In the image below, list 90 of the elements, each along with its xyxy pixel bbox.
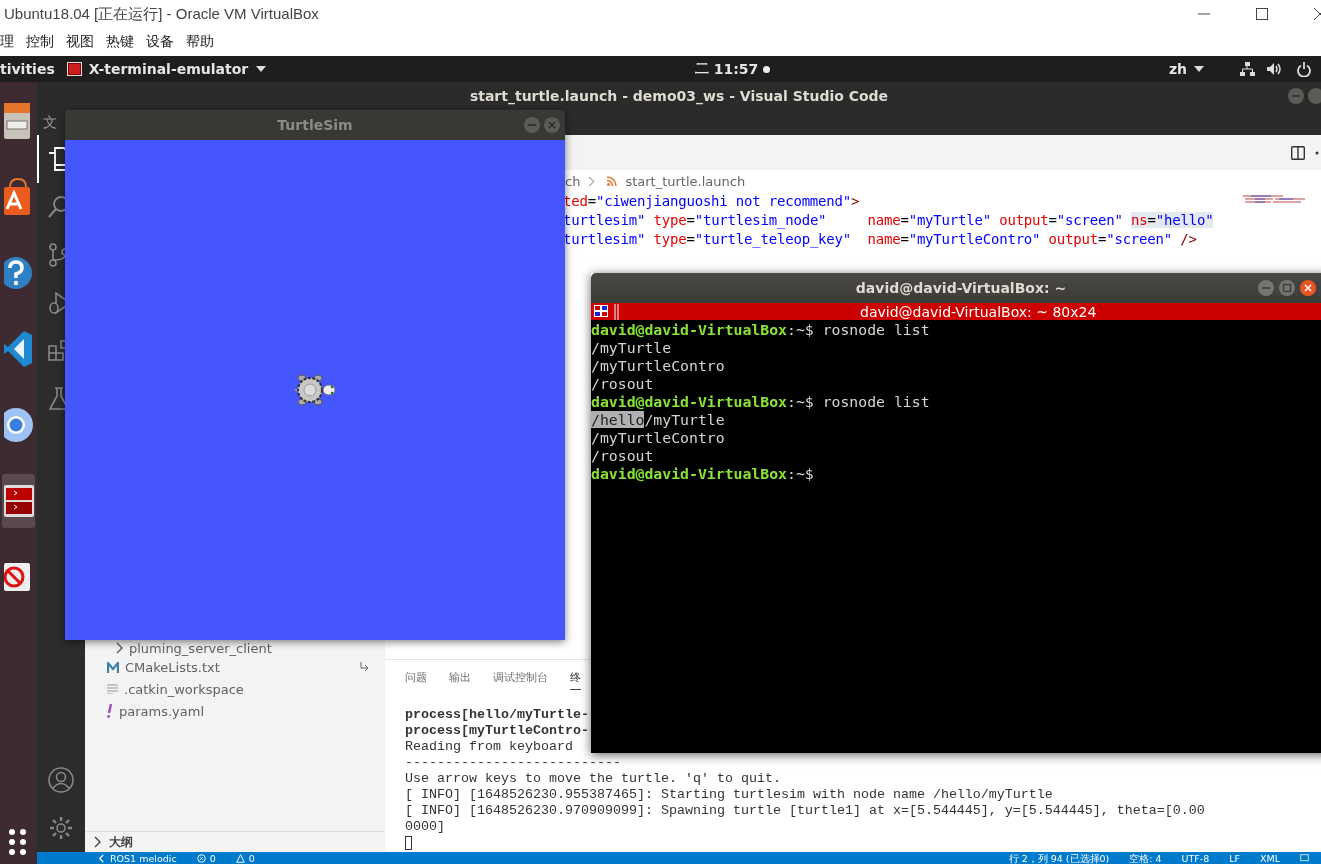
dock-item[interactable] <box>2 474 35 528</box>
volume-icon[interactable] <box>1267 62 1283 76</box>
separator-icon <box>614 303 620 320</box>
caret-icon <box>1194 66 1204 72</box>
letter-m-icon <box>107 661 119 673</box>
terminal-line: /rosout <box>591 375 655 393</box>
code-line: ted="ciwenjianguoshi not recommend"> <box>563 192 861 211</box>
power-icon[interactable] <box>1297 61 1311 77</box>
file-tree-item[interactable]: params.yaml <box>85 700 385 722</box>
menu-item[interactable]: 设备 <box>146 33 174 51</box>
menu-item[interactable]: 理 <box>0 33 14 51</box>
maximize-icon[interactable] <box>1255 7 1269 21</box>
terminal-line: process[hello/myTurtle- <box>405 707 590 723</box>
terminal-icon <box>66 62 82 76</box>
rss-icon <box>607 176 618 186</box>
text-cursor <box>405 836 412 850</box>
code-editor-logo-icon <box>3 329 34 369</box>
feedback-icon[interactable] <box>1300 853 1309 863</box>
window-title: start_turtle.launch - demo03_ws - Visual Studio Code <box>469 88 889 104</box>
text-file-icon <box>107 684 118 694</box>
notification-dot-icon <box>763 65 771 73</box>
flask-icon <box>48 387 65 411</box>
panel-tab[interactable]: 终 <box>570 664 581 690</box>
terminal-line: /myTurtleContro <box>591 357 726 375</box>
terminal-line: david@david-VirtualBox:~$ rosnode list <box>591 393 931 411</box>
files-icon <box>48 147 65 171</box>
status-item[interactable]: 行 2，列 94 (已选择0) <box>1008 852 1110 864</box>
terminal-line: /myTurtle <box>591 339 673 357</box>
more-icon[interactable] <box>1315 150 1319 155</box>
panel-tab[interactable]: 调试控制台 <box>493 664 548 690</box>
window-title: Ubuntu18.04 [正在运行] - Oracle VM VirtualBox <box>4 4 319 24</box>
terminal-line: process[myTurtleContro- <box>405 723 590 739</box>
search-icon <box>48 195 65 219</box>
activities-button[interactable]: tivities <box>0 61 55 77</box>
menu-item[interactable]: 控制 <box>26 33 54 51</box>
app-menu[interactable]: X-terminal-emulator <box>88 61 249 77</box>
branch-icon <box>48 243 65 267</box>
breadcrumb-item[interactable]: ch <box>565 173 581 189</box>
terminal-line: david@david-VirtualBox:~$ <box>591 465 815 483</box>
code-line: turtlesim" type="turtlesim_node" name="myTurtle" output="screen" ns="hello" <box>563 211 1215 230</box>
window-title: TurtleSim <box>277 117 353 133</box>
exclamation-icon <box>107 704 113 718</box>
terminal-line: [ INFO] [1648526230.955387465]: Starting turtlesim with node name /hello/myTurtle <box>405 787 1054 803</box>
status-item[interactable]: XML <box>1260 852 1280 864</box>
panel-tab[interactable]: 输出 <box>449 664 471 690</box>
chevron-right-icon <box>588 175 596 187</box>
status-item[interactable]: 0 <box>235 852 255 864</box>
clock-day[interactable]: 二 <box>694 60 709 78</box>
window-grid-icon[interactable] <box>594 304 610 319</box>
turtle-drawing <box>293 374 337 406</box>
network-icon[interactable] <box>1240 62 1255 76</box>
settings-icon[interactable] <box>49 816 73 840</box>
error-icon <box>196 853 206 863</box>
file-tree-item[interactable]: CMakeLists.txt <box>85 656 385 678</box>
terminal-line: /hello/myTurtle <box>591 411 726 429</box>
menu-item[interactable]: 文 <box>43 113 57 132</box>
status-item[interactable]: 0 <box>196 852 216 864</box>
breadcrumb-item[interactable]: start_turtle.launch <box>625 173 746 189</box>
terminal-line: --------------------------- <box>405 755 622 771</box>
terminal-header: david@david-VirtualBox: ~ 80x24 <box>860 303 1097 320</box>
terminal-line: [ INFO] [1648526230.970909099]: Spawning turtle [turtle1] at x=[5.544445], y=[5.544445], theta=[0.00 <box>405 803 1206 819</box>
clock-time[interactable]: 11:57 <box>713 61 759 77</box>
panel-tab[interactable]: 问题 <box>405 664 427 690</box>
caret-icon <box>256 66 267 72</box>
input-method[interactable]: zh <box>1168 61 1187 77</box>
status-item[interactable]: UTF-8 <box>1181 852 1210 864</box>
menu-item[interactable]: 视图 <box>66 33 94 51</box>
browser-icon <box>3 405 34 445</box>
terminal-line: david@david-VirtualBox:~$ rosnode list <box>591 321 931 339</box>
split-editor-icon[interactable] <box>1291 145 1305 160</box>
terminal-line: Use arrow keys to move the turtle. 'q' to quit. <box>405 771 782 787</box>
extensions-icon <box>48 339 65 363</box>
file-tree-item[interactable]: .catkin_workspace <box>85 678 385 700</box>
minimap-drawing[interactable] <box>1242 195 1307 203</box>
warning-icon <box>235 853 245 863</box>
menu-item[interactable]: 帮助 <box>186 33 214 51</box>
bug-icon <box>48 291 65 315</box>
terminal-line: /rosout <box>591 447 655 465</box>
terminal-line: /myTurtleContro <box>591 429 726 447</box>
status-item[interactable]: ROS1 melodic <box>97 852 177 864</box>
menu-item[interactable]: 热键 <box>106 33 134 51</box>
apps-grid-icon[interactable] <box>8 828 29 858</box>
terminal-line: 0000] <box>405 819 446 835</box>
file-tree-item[interactable]: pluming_server_client <box>85 640 385 656</box>
window-title: david@david-VirtualBox: ~ <box>855 280 1067 296</box>
status-item[interactable]: LF <box>1229 852 1240 864</box>
status-item[interactable]: 空格: 4 <box>1129 852 1162 864</box>
code-line: turtlesim" type="turtle_teleop_key" name="myTurtleContro" output="screen" /> <box>563 230 1198 249</box>
terminal-line: Reading from keyboard <box>405 739 574 755</box>
account-icon[interactable] <box>48 767 74 793</box>
